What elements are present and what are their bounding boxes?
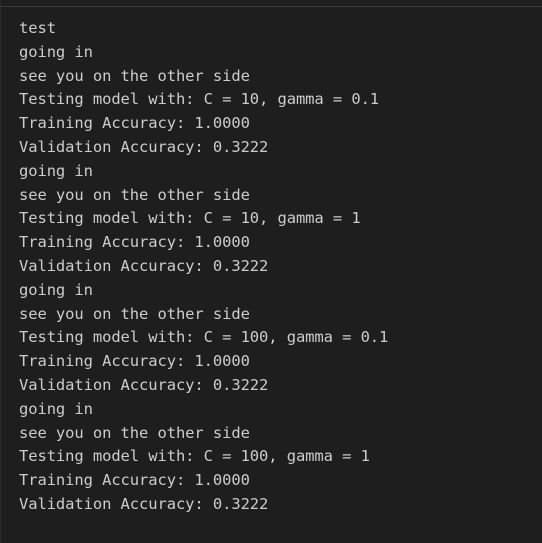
output-line: going in xyxy=(19,280,93,299)
terminal-output[interactable]: test going in see you on the other side … xyxy=(19,17,536,517)
output-line: Training Accuracy: 1.0000 xyxy=(19,233,250,252)
output-line: Validation Accuracy: 0.3222 xyxy=(19,137,269,156)
panel-top-border xyxy=(1,0,542,7)
output-line: see you on the other side xyxy=(19,185,250,204)
output-line: going in xyxy=(19,399,93,418)
output-line: Testing model with: C = 100, gamma = 1 xyxy=(19,447,370,466)
output-line: Testing model with: C = 100, gamma = 0.1 xyxy=(19,328,389,347)
output-line: Testing model with: C = 10, gamma = 0.1 xyxy=(19,90,380,109)
terminal-panel[interactable]: test going in see you on the other side … xyxy=(0,0,542,543)
output-line: see you on the other side xyxy=(19,66,250,85)
output-line: test xyxy=(19,19,56,37)
output-line: Testing model with: C = 10, gamma = 1 xyxy=(19,209,361,228)
output-line: see you on the other side xyxy=(19,304,250,323)
output-line: Validation Accuracy: 0.3222 xyxy=(19,494,269,513)
output-line: see you on the other side xyxy=(19,423,250,442)
output-line: Training Accuracy: 1.0000 xyxy=(19,114,250,133)
output-line: Training Accuracy: 1.0000 xyxy=(19,471,250,490)
output-line: going in xyxy=(19,161,93,180)
output-line: Validation Accuracy: 0.3222 xyxy=(19,256,269,275)
output-line: Training Accuracy: 1.0000 xyxy=(19,352,250,371)
output-line: going in xyxy=(19,42,93,61)
output-line: Validation Accuracy: 0.3222 xyxy=(19,375,269,394)
